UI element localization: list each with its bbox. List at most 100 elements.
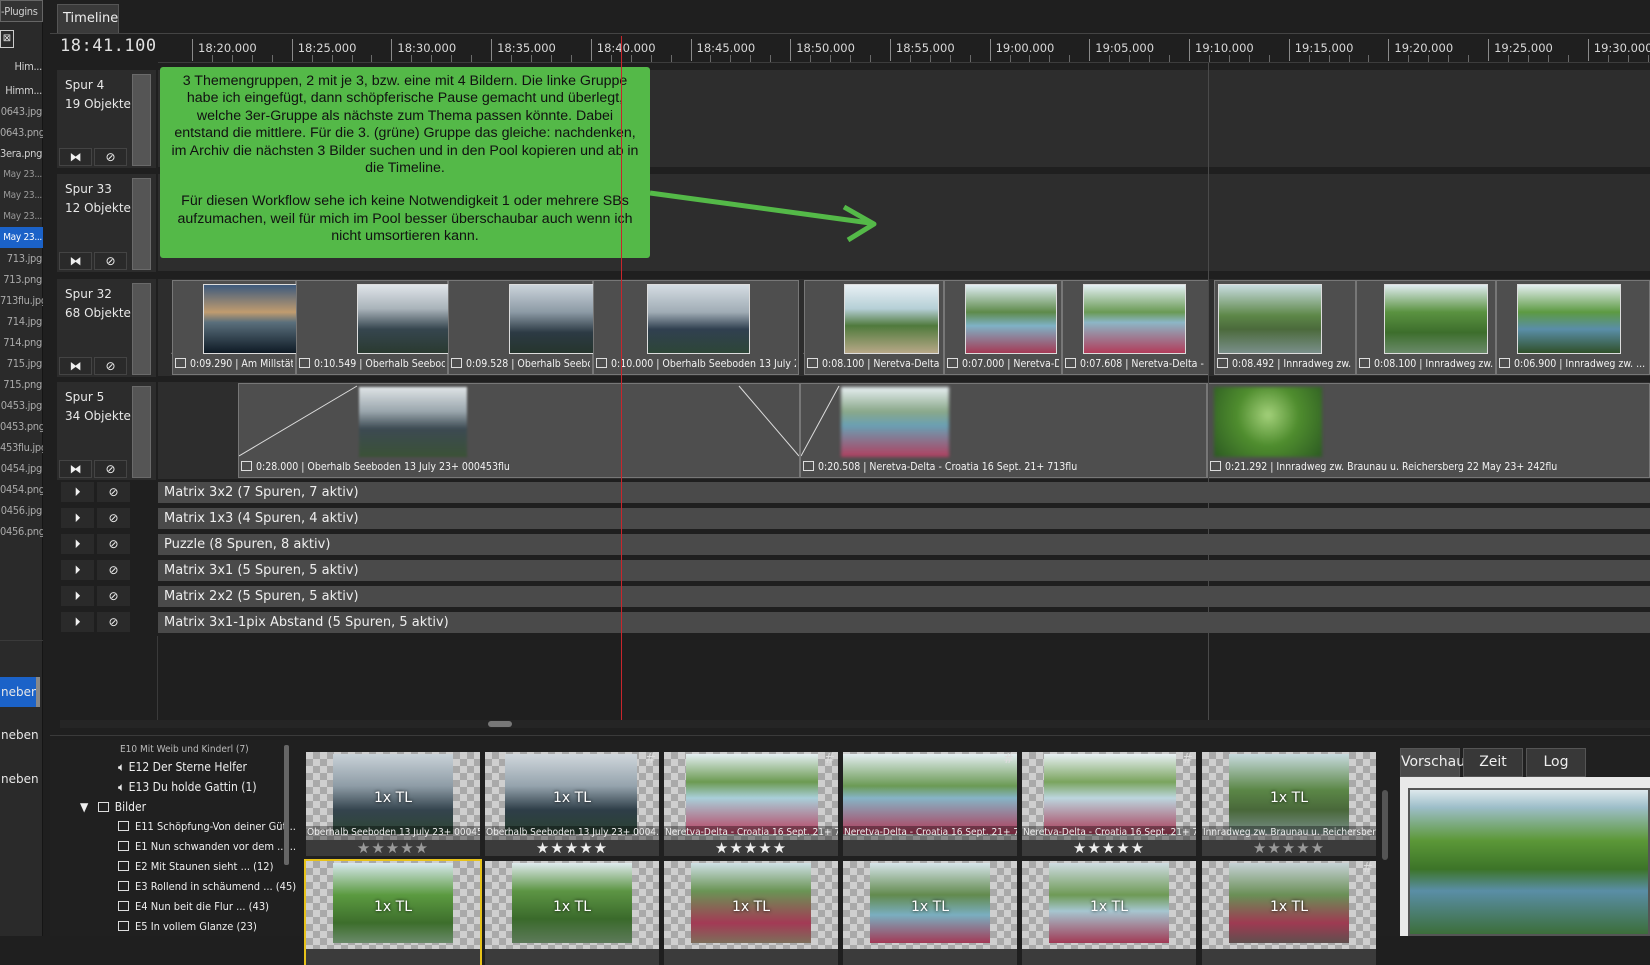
track-header[interactable]: Spur 4 19 Objekte ⧓ ⊘: [57, 70, 156, 168]
track-body-spur-5[interactable]: 0:28.000 | Oberhalb Seeboden 13 July 23+…: [158, 382, 1650, 479]
tree-item-images[interactable]: E2 Mit Staunen sieht ... (12): [118, 860, 273, 873]
timeline-clip[interactable]: 0:28.000 | Oberhalb Seeboden 13 July 23+…: [238, 383, 800, 478]
timeline-clip[interactable]: 0:09.528 | Oberhalb Seeboden: [448, 280, 595, 375]
timeline-clip[interactable]: 0:07.000 | Neretva-Delta: [944, 280, 1062, 375]
pool-item[interactable]: 1x TL Oberhalb Seeboden 13 July 23+ 0004.…: [485, 752, 659, 856]
star-rating[interactable]: ★★★★★: [485, 840, 659, 856]
mute-icon[interactable]: ⊘: [97, 586, 130, 606]
group-row[interactable]: ⏵ ⊘ Matrix 3x2 (7 Spuren, 7 aktiv): [57, 480, 1650, 503]
chevron-down-icon[interactable]: ▼: [80, 800, 88, 814]
pool-item[interactable]: 1x TL Innradweg zw. Braunau u. Reichersbe…: [1202, 752, 1376, 856]
play-icon[interactable]: ⏵: [61, 586, 94, 606]
mute-icon[interactable]: ⊘: [97, 612, 130, 632]
mute-icon[interactable]: ⊘: [97, 534, 130, 554]
group-label[interactable]: Matrix 3x1 (5 Spuren, 5 aktiv): [158, 560, 1650, 581]
list-item[interactable]: 715.png: [0, 374, 43, 395]
tab-zeit[interactable]: Zeit: [1463, 748, 1523, 777]
group-row[interactable]: ⏵ ⊘ Matrix 3x1-1pix Abstand (5 Spuren, 5…: [57, 610, 1650, 633]
pool-scrollbar[interactable]: [1382, 790, 1388, 860]
pool-item[interactable]: 1x TL: [304, 859, 482, 965]
pool-item[interactable]: Neretva-Delta - Croatia 16 Sept. 21+ 713…: [664, 752, 838, 856]
track-header[interactable]: Spur 5 34 Objekte ⧓ ⊘: [57, 382, 156, 480]
neben-button[interactable]: neben: [0, 720, 40, 750]
transition-icon[interactable]: ⧓: [59, 460, 92, 478]
timeline-clip[interactable]: 0:07.608 | Neretva-Delta - Cro...: [1062, 280, 1209, 375]
list-item[interactable]: May 23...: [0, 164, 43, 185]
mute-icon[interactable]: ⊘: [94, 148, 127, 166]
list-item[interactable]: 714.png: [0, 332, 43, 353]
mute-icon[interactable]: ⊘: [94, 252, 127, 270]
pool-item[interactable]: Neretva-Delta - Croatia 16 Sept. 21+ 715…: [1022, 752, 1196, 856]
tree-item-images[interactable]: E1 Nun schwanden vor dem ......: [118, 840, 296, 853]
tree-item-audio[interactable]: 🔈︎ E13 Du holde Gattin (1): [118, 780, 257, 795]
list-item[interactable]: 713.png: [0, 269, 43, 290]
timeline-scrollbar[interactable]: [60, 720, 1650, 728]
track-height-handle[interactable]: [132, 386, 151, 478]
time-ruler[interactable]: 18:20.000 18:25.000 18:30.000 18:35.000 18:4…: [158, 35, 1650, 63]
list-item[interactable]: May 23...: [0, 206, 43, 227]
list-item[interactable]: May 23...: [0, 185, 43, 206]
tree-item-images[interactable]: E4 Nun beit die Flur ... (43): [118, 900, 269, 913]
scrollbar[interactable]: [36, 677, 40, 707]
timeline-clip[interactable]: 0:20.508 | Neretva-Delta - Croatia 16 Se…: [800, 383, 1207, 478]
pool-item[interactable]: 1x TL: [843, 861, 1017, 965]
play-icon[interactable]: ⏵: [61, 482, 94, 502]
timeline-clip[interactable]: 0:08.100 | Neretva-Delta - Croa: [804, 280, 944, 375]
tree-item-audio[interactable]: 🔈︎ E12 Der Sterne Helfer: [118, 760, 247, 775]
track-header[interactable]: Spur 32 68 Objekte ⧓ ⊘: [57, 279, 156, 377]
list-item[interactable]: 0643.png: [0, 122, 43, 143]
track-height-handle[interactable]: [132, 283, 151, 375]
transition-icon[interactable]: ⧓: [59, 357, 92, 375]
group-label[interactable]: Matrix 3x2 (7 Spuren, 7 aktiv): [158, 482, 1650, 503]
list-item[interactable]: 714.jpg: [0, 311, 43, 332]
pool-item[interactable]: 1x TL: [1022, 861, 1196, 965]
list-item[interactable]: 0456.jpg: [0, 500, 43, 521]
tab-vorschau[interactable]: Vorschau: [1400, 748, 1465, 777]
track-body-spur-32[interactable]: 0:09.290 | Am Millstättersee 0:10.549 | …: [158, 279, 1650, 376]
star-rating[interactable]: ★★★★★: [306, 840, 480, 856]
tree-item-images[interactable]: E11 Schöpfung-Von deiner Güt...: [118, 820, 296, 833]
timeline-clip[interactable]: 0:08.100 | Innradweg zw. Braun: [1356, 280, 1496, 375]
list-item[interactable]: 0454.jpg: [0, 458, 43, 479]
playhead[interactable]: [621, 36, 622, 720]
timeline-clip[interactable]: 0:06.900 | Innradweg zw. ...: [1496, 280, 1650, 375]
list-item[interactable]: 3era.png: [0, 143, 43, 164]
grid-icon[interactable]: ⊠: [0, 30, 14, 48]
list-item[interactable]: 713.jpg: [0, 248, 43, 269]
track-height-handle[interactable]: [132, 74, 151, 166]
list-item[interactable]: 0453.jpg: [0, 395, 43, 416]
list-item[interactable]: Himm...: [0, 80, 43, 101]
list-item[interactable]: 713flu.jpg: [0, 290, 43, 311]
star-rating[interactable]: ★★★★★: [1202, 840, 1376, 856]
play-icon[interactable]: ⏵: [61, 560, 94, 580]
play-icon[interactable]: ⏵: [61, 508, 94, 528]
timeline-clip[interactable]: 0:10.549 | Oberhalb Seeboden 13 Ju: [296, 280, 457, 375]
pool-item[interactable]: Neretva-Delta - Croatia 16 Sept. 21+ 714…: [843, 752, 1017, 856]
group-label[interactable]: Puzzle (8 Spuren, 8 aktiv): [158, 534, 1650, 555]
group-row[interactable]: ⏵ ⊘ Puzzle (8 Spuren, 8 aktiv): [57, 532, 1650, 555]
tree-scrollbar[interactable]: [284, 745, 289, 865]
mute-icon[interactable]: ⊘: [97, 508, 130, 528]
star-rating[interactable]: ★★★★★: [1022, 840, 1196, 856]
group-label[interactable]: Matrix 2x2 (5 Spuren, 5 aktiv): [158, 586, 1650, 607]
list-item[interactable]: 715.jpg: [0, 353, 43, 374]
mute-icon[interactable]: ⊘: [97, 482, 130, 502]
list-item[interactable]: 0453.png: [0, 416, 43, 437]
tab-timeline[interactable]: Timeline: [57, 4, 119, 33]
play-icon[interactable]: ⏵: [61, 612, 94, 632]
group-label[interactable]: Matrix 1x3 (4 Spuren, 4 aktiv): [158, 508, 1650, 529]
mute-icon[interactable]: ⊘: [94, 460, 127, 478]
list-item[interactable]: Him...: [0, 56, 43, 77]
pool-item[interactable]: 1x TL #: [1202, 861, 1376, 965]
transition-icon[interactable]: ⧓: [59, 148, 92, 166]
scrollbar-thumb[interactable]: [488, 721, 512, 727]
group-label[interactable]: Matrix 3x1-1pix Abstand (5 Spuren, 5 akt…: [158, 612, 1650, 633]
timeline-clip[interactable]: 0:08.492 | Innradweg zw. Braunau: [1214, 280, 1356, 375]
transition-icon[interactable]: ⧓: [59, 252, 92, 270]
tree-item-images[interactable]: E5 In vollem Glanze (23): [118, 920, 257, 933]
list-item[interactable]: 453flu.jpg: [0, 437, 43, 458]
track-height-handle[interactable]: [132, 178, 151, 270]
group-row[interactable]: ⏵ ⊘ Matrix 3x1 (5 Spuren, 5 aktiv): [57, 558, 1650, 581]
list-item[interactable]: 0454.png: [0, 479, 43, 500]
list-item-selected[interactable]: May 23...: [0, 227, 43, 248]
